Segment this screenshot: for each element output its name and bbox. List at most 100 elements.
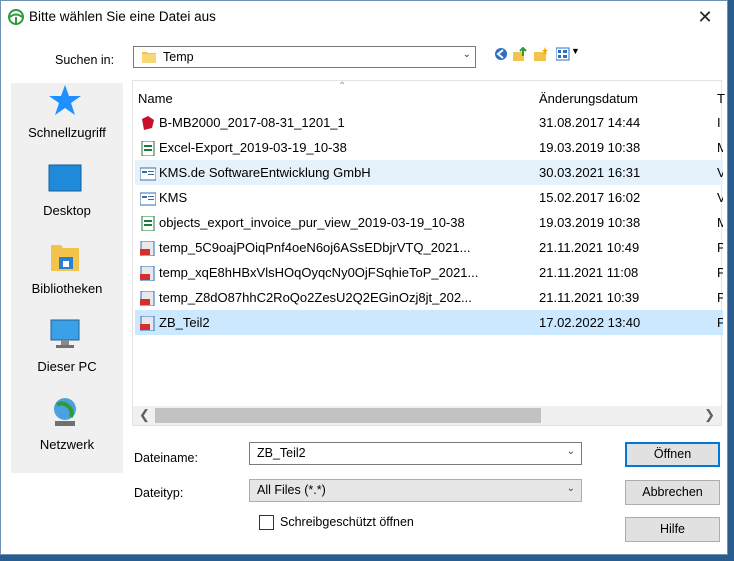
title-bar: Bitte wählen Sie eine Datei aus ✕ <box>1 1 727 33</box>
folder-icon <box>142 52 156 63</box>
file-row[interactable]: temp_5C9oajPOiqPnf4oeN6oj6ASsEDbjrVTQ_20… <box>135 235 723 260</box>
file-type: V <box>717 165 723 180</box>
file-row[interactable]: temp_Z8dO87hhC2RoQo2ZesU2Q2EGinOzj8jt_20… <box>135 285 723 310</box>
pdf-file-icon <box>140 315 156 332</box>
file-list[interactable]: ⌃ Name Änderungsdatum T B-MB2000_2017-08… <box>132 80 725 426</box>
shortcut-file-icon <box>139 166 157 181</box>
shortcut-file-icon <box>139 191 157 206</box>
file-name: B-MB2000_2017-08-31_1201_1 <box>159 115 345 130</box>
file-list-header: ⌃ Name Änderungsdatum T <box>133 81 725 109</box>
scroll-left-icon[interactable]: ❮ <box>139 407 150 423</box>
readonly-checkbox[interactable] <box>259 515 274 530</box>
filetype-value: All Files (*.*) <box>257 483 326 497</box>
look-in-value: Temp <box>163 50 194 64</box>
file-row[interactable]: B-MB2000_2017-08-31_1201_1 31.08.2017 14:… <box>135 110 723 135</box>
file-type: M <box>717 215 723 230</box>
file-type: M <box>717 140 723 155</box>
app-logo-icon <box>8 9 24 25</box>
this-pc-icon <box>50 319 80 348</box>
file-type: I <box>717 115 721 130</box>
filename-value: ZB_Teil2 <box>257 446 306 460</box>
file-date: 19.03.2019 10:38 <box>539 140 641 155</box>
view-dropdown-arrow-icon[interactable]: ▼ <box>571 46 580 56</box>
look-in-dropdown[interactable]: Temp ⌄ <box>133 46 476 68</box>
place-network[interactable]: Netzwerk <box>11 395 123 465</box>
readonly-checkbox-label[interactable]: Schreibgeschützt öffnen <box>280 515 414 529</box>
file-name: Excel-Export_2019-03-19_10-38 <box>159 140 347 155</box>
file-date: 21.11.2021 10:49 <box>539 240 640 255</box>
places-bar: Schnellzugriff Desktop Bibliotheken Dies… <box>11 83 123 473</box>
filename-input[interactable]: ZB_Teil2 ⌄ <box>249 442 582 465</box>
file-date: 21.11.2021 11:08 <box>539 265 639 280</box>
navigation-toolbar: ▼ <box>494 45 589 65</box>
file-row[interactable]: ZB_Teil2 17.02.2022 13:40 P <box>135 310 723 335</box>
up-folder-icon[interactable] <box>513 47 527 61</box>
place-label: Bibliotheken <box>31 281 103 296</box>
file-type: P <box>717 240 723 255</box>
chevron-down-icon: ⌄ <box>462 49 471 60</box>
file-row[interactable]: temp_xqE8hHBxVlsHOqOyqcNy0OjFSqhieToP_20… <box>135 260 723 285</box>
excel-file-icon <box>140 215 156 232</box>
excel-file-icon <box>140 140 156 157</box>
file-date: 21.11.2021 10:39 <box>539 290 640 305</box>
quick-access-star-icon <box>49 85 81 115</box>
filetype-select[interactable]: All Files (*.*) ⌄ <box>249 479 582 502</box>
scrollbar-thumb[interactable] <box>155 408 541 423</box>
close-button[interactable]: ✕ <box>683 1 727 33</box>
file-date: 17.02.2022 13:40 <box>539 315 641 330</box>
file-date: 30.03.2021 16:31 <box>539 165 641 180</box>
libraries-icon <box>51 245 79 271</box>
chevron-down-icon: ⌄ <box>566 483 575 494</box>
chevron-down-icon[interactable]: ⌄ <box>567 446 575 457</box>
file-name: objects_export_invoice_pur_view_2019-03-… <box>159 215 465 230</box>
file-date: 15.02.2017 16:02 <box>539 190 641 205</box>
file-row[interactable]: KMS 15.02.2017 16:02 V <box>135 185 723 210</box>
pdf-file-icon <box>140 265 156 282</box>
file-row[interactable]: KMS.de SoftwareEntwicklung GmbH 30.03.202… <box>135 160 723 185</box>
file-type: P <box>717 265 723 280</box>
pdf-file-icon <box>140 290 156 307</box>
file-date: 19.03.2019 10:38 <box>539 215 641 230</box>
place-libraries[interactable]: Bibliotheken <box>11 239 123 309</box>
file-date: 31.08.2017 14:44 <box>539 115 641 130</box>
file-name: temp_xqE8hHBxVlsHOqOyqcNy0OjFSqhieToP_20… <box>159 265 479 280</box>
window-title: Bitte wählen Sie eine Datei aus <box>29 9 216 24</box>
file-name: temp_5C9oajPOiqPnf4oeN6oj6ASsEDbjrVTQ_20… <box>159 240 471 255</box>
file-name: ZB_Teil2 <box>159 315 210 330</box>
pdf-file-icon <box>140 240 156 257</box>
filename-label: Dateiname: <box>134 451 198 465</box>
back-icon[interactable] <box>494 47 508 61</box>
place-quick-access[interactable]: Schnellzugriff <box>11 83 123 153</box>
open-button[interactable]: Öffnen <box>625 442 720 467</box>
column-header-type[interactable]: T <box>717 91 725 106</box>
file-name: KMS <box>159 190 188 205</box>
view-menu-icon[interactable] <box>556 47 570 61</box>
place-label: Dieser PC <box>37 359 97 374</box>
column-header-date[interactable]: Änderungsdatum <box>539 91 638 106</box>
place-label: Netzwerk <box>39 437 95 452</box>
help-button[interactable]: Hilfe <box>625 517 720 542</box>
cancel-button[interactable]: Abbrechen <box>625 480 720 505</box>
place-desktop[interactable]: Desktop <box>11 161 123 231</box>
file-type: V <box>717 190 723 205</box>
file-type: P <box>717 290 723 305</box>
place-label: Desktop <box>43 203 91 218</box>
sort-ascending-icon: ⌃ <box>338 81 347 92</box>
horizontal-scrollbar[interactable]: ❮ ❯ <box>133 406 721 425</box>
desktop-icon <box>48 164 82 192</box>
look-in-label: Suchen in: <box>55 53 115 67</box>
file-name: temp_Z8dO87hhC2RoQo2ZesU2Q2EGinOzj8jt_20… <box>159 290 472 305</box>
filetype-label: Dateityp: <box>134 486 184 500</box>
network-icon <box>54 398 76 426</box>
file-row[interactable]: objects_export_invoice_pur_view_2019-03-… <box>135 210 723 235</box>
scroll-right-icon[interactable]: ❯ <box>704 407 715 423</box>
file-row[interactable]: Excel-Export_2019-03-19_10-38 19.03.2019 … <box>135 135 723 160</box>
file-name: KMS.de SoftwareEntwicklung GmbH <box>159 165 371 180</box>
red-app-icon <box>140 116 156 131</box>
column-header-name[interactable]: Name <box>138 91 173 106</box>
file-type: P <box>717 315 723 330</box>
new-folder-icon[interactable] <box>534 47 548 61</box>
place-this-pc[interactable]: Dieser PC <box>11 317 123 387</box>
place-label: Schnellzugriff <box>28 125 106 140</box>
file-open-dialog: Bitte wählen Sie eine Datei aus ✕ Suchen… <box>0 0 728 555</box>
